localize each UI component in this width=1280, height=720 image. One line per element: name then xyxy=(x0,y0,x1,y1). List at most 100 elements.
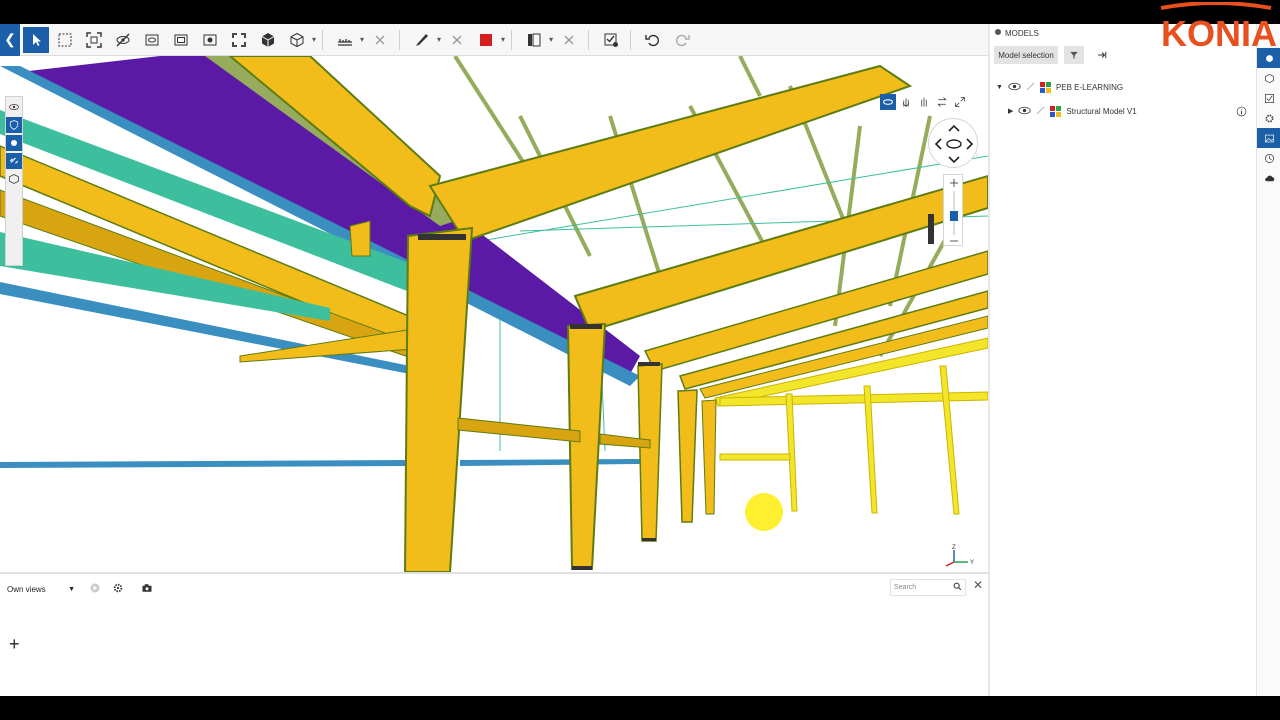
orbit-icon[interactable] xyxy=(880,94,896,110)
tie-beam-3 xyxy=(719,453,791,461)
app-window: ❮ ▾ ▾ ▾ ▾ ▾ Z Y Own views ▼ Search ✕ + M… xyxy=(0,24,1280,696)
swap-icon[interactable] xyxy=(934,94,950,110)
chevron-up-icon[interactable] xyxy=(948,124,960,132)
chevron-right-icon[interactable] xyxy=(966,138,974,150)
own-views-label: Own views xyxy=(7,584,46,594)
model-selection-button[interactable]: Model selection xyxy=(994,46,1058,64)
export-button[interactable] xyxy=(1092,46,1112,64)
column-light-1 xyxy=(785,393,798,512)
gear-icon[interactable] xyxy=(111,581,125,595)
box-select-button[interactable] xyxy=(52,27,78,53)
model-viewport[interactable]: Z Y xyxy=(0,56,988,572)
toolbar-divider xyxy=(399,29,401,50)
eye-icon[interactable] xyxy=(1018,106,1031,117)
clear-section-button[interactable] xyxy=(556,27,582,53)
models-panel: MODELS Model selection ▼ PEB E-LEARNING … xyxy=(990,24,1256,696)
expand-caret-icon[interactable]: ▶ xyxy=(1008,107,1013,115)
gear-icon[interactable] xyxy=(994,28,1002,38)
cube-icon[interactable] xyxy=(6,171,22,187)
toolbar-divider xyxy=(322,29,324,50)
settings-check-button[interactable] xyxy=(598,27,624,53)
history-icon[interactable] xyxy=(1257,148,1280,168)
undo-button[interactable] xyxy=(640,27,666,53)
search-icon[interactable] xyxy=(953,582,962,593)
link-icon[interactable] xyxy=(6,153,22,169)
objects-tab-icon[interactable] xyxy=(1257,68,1280,88)
redo-button[interactable] xyxy=(669,27,695,53)
ghost-icon[interactable] xyxy=(1036,106,1045,117)
expand-icon[interactable] xyxy=(952,94,968,110)
filter-button[interactable] xyxy=(1064,46,1084,64)
view-cube-button[interactable] xyxy=(284,27,310,53)
add-view-button[interactable]: + xyxy=(9,634,20,655)
cloud-icon[interactable] xyxy=(1257,168,1280,188)
eye-icon[interactable] xyxy=(6,99,22,115)
section-button[interactable] xyxy=(521,27,547,53)
chevron-down-icon[interactable]: ▾ xyxy=(360,35,364,44)
tree-row-structural-model[interactable]: ▶ Structural Model V1 xyxy=(1008,104,1137,118)
column-light-3 xyxy=(939,365,960,515)
rafter-main-right xyxy=(428,64,913,243)
navigation-wheel[interactable] xyxy=(928,118,978,168)
clip-box-button[interactable] xyxy=(139,27,165,53)
play-icon[interactable] xyxy=(88,581,102,595)
views-search-input[interactable]: Search xyxy=(890,579,966,596)
fit-selection-icon xyxy=(86,31,102,48)
section-icon xyxy=(528,33,541,46)
orbit-center-icon[interactable] xyxy=(946,139,962,149)
tree-row-peb-e-learning[interactable]: ▼ PEB E-LEARNING xyxy=(996,80,1123,94)
expand-caret-icon[interactable]: ▼ xyxy=(996,84,1003,91)
chevron-down-icon[interactable]: ▾ xyxy=(501,35,505,44)
color-swatch-icon xyxy=(480,33,493,46)
back-button[interactable]: ❮ xyxy=(0,24,20,56)
close-icon xyxy=(564,35,574,44)
fullscreen-button[interactable] xyxy=(226,27,252,53)
box-select-icon xyxy=(58,33,72,46)
markup-pen-button[interactable] xyxy=(409,27,435,53)
chevron-down-icon[interactable]: ▾ xyxy=(549,35,553,44)
shield-icon[interactable] xyxy=(6,117,22,133)
zoom-in-icon[interactable] xyxy=(950,179,958,187)
select-tool-button[interactable] xyxy=(23,26,49,53)
info-icon[interactable] xyxy=(1236,104,1247,122)
chevron-left-icon[interactable] xyxy=(934,138,942,150)
clip-plane-button[interactable] xyxy=(168,27,194,53)
steel-structure-scene[interactable] xyxy=(0,56,988,572)
clear-measure-button[interactable] xyxy=(367,27,393,53)
toolbar-divider xyxy=(630,29,632,50)
eye-icon[interactable] xyxy=(1008,82,1021,93)
navigation-tools xyxy=(880,94,968,110)
camera-icon[interactable] xyxy=(140,581,154,595)
views-panel: Own views ▼ Search ✕ + xyxy=(0,572,988,696)
close-icon: ✕ xyxy=(973,578,984,592)
chevron-down-icon[interactable]: ▾ xyxy=(437,35,441,44)
gear-icon[interactable] xyxy=(1257,108,1280,128)
zoom-thumb[interactable] xyxy=(950,211,958,221)
ghost-icon[interactable] xyxy=(1026,82,1035,93)
measure-icon xyxy=(338,38,353,46)
chevron-down-icon[interactable]: ▾ xyxy=(312,35,316,44)
zoom-slider[interactable] xyxy=(943,174,963,246)
color-swatch-button[interactable] xyxy=(473,27,499,53)
image-tab-icon[interactable] xyxy=(1257,128,1280,148)
checklist-tab-icon[interactable] xyxy=(1257,88,1280,108)
clip-box-icon xyxy=(145,34,159,45)
own-views-dropdown[interactable]: Own views ▼ xyxy=(4,581,78,597)
walk-icon[interactable] xyxy=(916,94,932,110)
isolate-icon xyxy=(203,34,217,45)
clear-markup-button[interactable] xyxy=(444,27,470,53)
hide-button[interactable] xyxy=(110,27,136,53)
gear-icon[interactable] xyxy=(6,135,22,151)
search-placeholder: Search xyxy=(894,584,917,591)
back-icon: ❮ xyxy=(4,31,16,47)
toolbar-divider xyxy=(588,29,590,50)
isolate-button[interactable] xyxy=(197,27,223,53)
chevron-down-icon[interactable] xyxy=(948,156,960,164)
konia-logo: KONIA xyxy=(1160,2,1277,54)
pan-hand-icon[interactable] xyxy=(898,94,914,110)
fit-selection-button[interactable] xyxy=(81,27,107,53)
objects-button[interactable] xyxy=(255,27,281,53)
close-panel-button[interactable]: ✕ xyxy=(973,578,983,592)
measure-button[interactable] xyxy=(332,27,358,53)
close-icon xyxy=(452,35,462,44)
